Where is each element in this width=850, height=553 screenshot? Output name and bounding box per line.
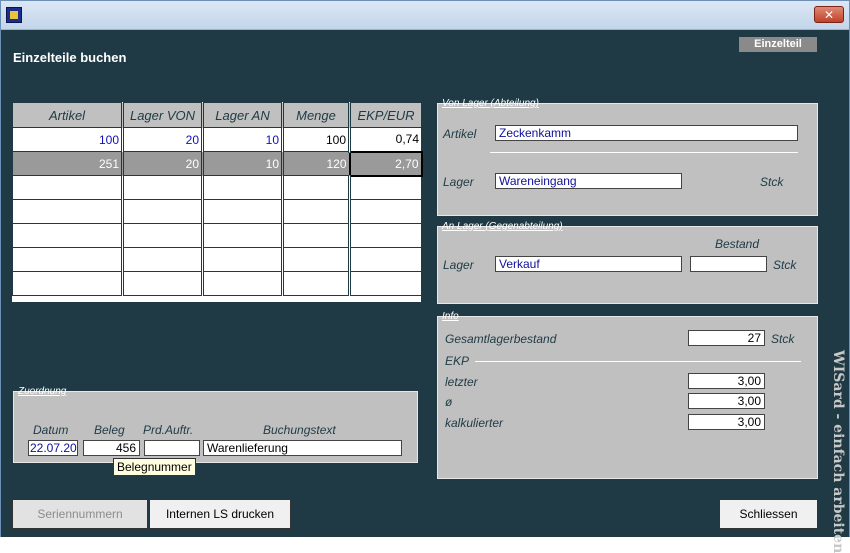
col-header-lager-an[interactable]: Lager AN <box>201 102 283 128</box>
an-lager-label: Lager <box>443 258 474 272</box>
unit-label: Stck <box>771 332 795 346</box>
beleg-tooltip: Belegnummer <box>113 458 196 476</box>
gesamtlagerbestand-label: Gesamtlagerbestand <box>445 332 557 346</box>
table-row-selected[interactable]: 251 20 10 120 2,70 <box>12 150 423 177</box>
close-icon: ✕ <box>823 8 835 22</box>
cell-artikel[interactable]: 251 <box>12 151 123 176</box>
page-title: Einzelteile buchen <box>13 50 127 65</box>
seriennummern-button[interactable]: Seriennummern <box>12 499 148 529</box>
cell-ekp[interactable]: 0,74 <box>348 127 422 152</box>
artikel-field[interactable]: Zeckenkamm <box>495 125 798 141</box>
divider <box>490 152 798 153</box>
col-header-lager-von[interactable]: Lager VON <box>121 102 203 128</box>
title-bar: ✕ <box>1 1 849 30</box>
von-lager-legend: Von Lager (Abteilung) <box>442 98 539 109</box>
cell-lager-an[interactable]: 10 <box>201 151 283 176</box>
prd-auftr-field[interactable] <box>144 440 200 456</box>
zuordnung-legend: Zuordnung <box>18 386 67 397</box>
an-lager-field[interactable]: Verkauf <box>495 256 682 272</box>
col-header-ekp[interactable]: EKP/EUR <box>348 102 422 128</box>
application-window: ✕ Einzelteile buchen Einzelteil Artikel … <box>0 0 850 553</box>
table-row-empty[interactable] <box>12 175 422 200</box>
branding-text: WISard - einfach arbeiten <box>830 350 846 553</box>
avg-label: ø <box>445 395 453 409</box>
info-legend: Info <box>442 311 459 322</box>
kalk-ekp-field: 3,00 <box>688 414 765 430</box>
ekp-label: EKP <box>445 354 470 368</box>
beleg-label: Beleg <box>94 423 125 437</box>
buchungstext-label: Buchungstext <box>263 423 336 437</box>
cell-menge[interactable]: 120 <box>281 151 350 176</box>
bestand-field[interactable] <box>690 256 767 272</box>
table-row[interactable]: 100 20 10 100 0,74 <box>12 127 422 152</box>
col-header-menge[interactable]: Menge <box>281 102 350 128</box>
mode-badge: Einzelteil <box>739 37 817 52</box>
datum-label: Datum <box>33 423 69 437</box>
buchungstext-field[interactable]: Warenlieferung <box>203 440 402 456</box>
letzter-label: letzter <box>445 375 478 389</box>
cell-lager-von[interactable]: 20 <box>121 151 203 176</box>
zuordnung-panel: Zuordnung Datum Beleg Prd.Auftr. Buchung… <box>13 386 418 463</box>
divider <box>475 361 801 362</box>
app-icon[interactable] <box>6 7 22 23</box>
letzter-ekp-field: 3,00 <box>688 373 765 389</box>
cell-artikel[interactable]: 100 <box>12 127 123 152</box>
artikel-label: Artikel <box>443 127 477 141</box>
bestand-label: Bestand <box>715 237 760 251</box>
table-row-empty[interactable] <box>12 223 422 248</box>
von-lager-label: Lager <box>443 175 474 189</box>
avg-ekp-field: 3,00 <box>688 393 765 409</box>
schliessen-button[interactable]: Schliessen <box>719 499 818 529</box>
table-row-empty[interactable] <box>12 247 422 272</box>
unit-label: Stck <box>773 258 797 272</box>
cell-lager-an[interactable]: 10 <box>201 127 283 152</box>
close-window-button[interactable]: ✕ <box>814 6 844 23</box>
table-row-empty[interactable] <box>12 271 422 296</box>
col-header-artikel[interactable]: Artikel <box>12 102 123 128</box>
cell-menge[interactable]: 100 <box>281 127 350 152</box>
cell-lager-von[interactable]: 20 <box>121 127 203 152</box>
grid-header-row: Artikel Lager VON Lager AN Menge EKP/EUR <box>12 102 422 128</box>
internen-ls-drucken-button[interactable]: Internen LS drucken <box>149 499 291 529</box>
unit-label: Stck <box>760 175 784 189</box>
prd-auftr-label: Prd.Auftr. <box>143 423 194 437</box>
cell-ekp[interactable]: 2,70 <box>348 150 423 177</box>
info-panel: Info Gesamtlagerbestand 27 Stck EKP letz… <box>437 311 818 479</box>
von-lager-panel: Von Lager (Abteilung) Artikel Zeckenkamm… <box>437 98 818 216</box>
table-row-empty[interactable] <box>12 199 422 224</box>
kalkulierter-label: kalkulierter <box>445 416 504 430</box>
beleg-field[interactable]: 456 <box>83 440 140 456</box>
an-lager-legend: An Lager (Gegenabteilung) <box>442 221 563 232</box>
client-area: Einzelteile buchen Einzelteil Artikel La… <box>1 30 849 553</box>
von-lager-field[interactable]: Wareneingang <box>495 173 682 189</box>
an-lager-panel: An Lager (Gegenabteilung) Bestand Lager … <box>437 221 818 304</box>
datum-field[interactable]: 22.07.20 <box>28 440 78 456</box>
gesamtlagerbestand-field: 27 <box>688 330 765 346</box>
booking-grid[interactable]: Artikel Lager VON Lager AN Menge EKP/EUR… <box>12 102 423 302</box>
